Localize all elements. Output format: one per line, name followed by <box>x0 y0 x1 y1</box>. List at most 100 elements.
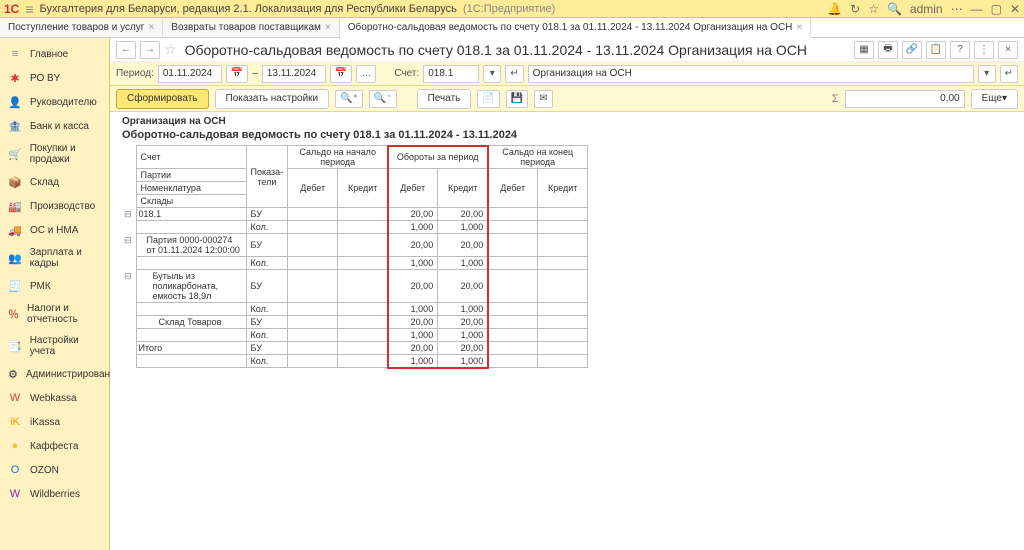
sidebar-item[interactable]: 🏭Производство <box>0 194 109 218</box>
sidebar-item[interactable]: ％Налоги и отчетность <box>0 298 109 330</box>
tab-returns[interactable]: Возвраты товаров поставщикам× <box>163 18 339 37</box>
col-account: Счет <box>136 146 246 169</box>
cell-turnover-credit: 20,00 <box>438 234 488 257</box>
window-buttons: 🔔 ↻ ☆ 🔍 admin ⋯ — ▢ ✕ <box>827 2 1020 16</box>
burger-icon[interactable]: ≡ <box>25 1 33 17</box>
show-settings-button[interactable]: Показать настройки <box>215 89 330 109</box>
zoom-in-icon[interactable]: 🔍⁺ <box>335 90 363 108</box>
table-row[interactable]: Кол.1,0001,000 <box>120 257 588 270</box>
sidebar-item[interactable]: iKiKassa <box>0 410 109 434</box>
sidebar-item-label: OZON <box>30 465 59 476</box>
sidebar-item-label: Склад <box>30 177 59 188</box>
calendar-icon[interactable]: 📅 <box>330 65 352 83</box>
cell-turnover-debit: 20,00 <box>388 270 438 303</box>
sidebar-item[interactable]: 📦Склад <box>0 170 109 194</box>
sidebar-icon: ％ <box>8 307 19 321</box>
search-icon[interactable]: 🔍 <box>887 2 902 16</box>
sidebar-item-label: ОС и НМА <box>30 225 78 236</box>
sidebar-item[interactable]: 🚚ОС и НМА <box>0 218 109 242</box>
report-body[interactable]: Организация на ОСН Оборотно-сальдовая ве… <box>110 112 1024 550</box>
tab-close-icon[interactable]: × <box>148 22 154 33</box>
sigma-icon: Σ <box>832 93 839 105</box>
tab-close-icon[interactable]: × <box>325 22 331 33</box>
tool-icon[interactable]: 📋 <box>926 41 946 59</box>
cell-turnover-credit: 1,000 <box>438 257 488 270</box>
minimize-icon[interactable]: — <box>971 2 983 16</box>
sidebar-item[interactable]: 🧾РМК <box>0 274 109 298</box>
cell-turnover-debit: 20,00 <box>388 316 438 329</box>
sidebar-item[interactable]: WWildberries <box>0 482 109 506</box>
user-label[interactable]: admin <box>910 2 943 16</box>
calendar-icon[interactable]: 📅 <box>226 65 248 83</box>
more-icon[interactable]: ⋮ <box>974 41 994 59</box>
close-icon[interactable]: ✕ <box>1010 2 1020 16</box>
table-row[interactable]: Кол.1,0001,000 <box>120 221 588 234</box>
sidebar-icon: W <box>8 391 22 405</box>
account-pick-button[interactable]: ▾ <box>483 65 501 83</box>
table-row[interactable]: Склад ТоваровБУ20,0020,00 <box>120 316 588 329</box>
sidebar-item[interactable]: ⚙Администрирование <box>0 362 109 386</box>
tabstrip: Поступление товаров и услуг× Возвраты то… <box>0 18 1024 38</box>
cell-turnover-debit: 20,00 <box>388 342 438 355</box>
close-report-icon[interactable]: × <box>998 41 1018 59</box>
tab-close-icon[interactable]: × <box>796 22 802 33</box>
favorite-star-icon[interactable]: ☆ <box>164 41 177 58</box>
nav-forward-button[interactable]: → <box>140 41 160 59</box>
print-button[interactable]: Печать <box>417 89 472 109</box>
sidebar-item[interactable]: ✱РО BY <box>0 66 109 90</box>
action-row: Сформировать Показать настройки 🔍⁺ 🔍⁻ Пе… <box>110 86 1024 112</box>
form-report-button[interactable]: Сформировать <box>116 89 209 109</box>
cell-turnover-credit: 20,00 <box>438 270 488 303</box>
tool-icon[interactable]: 🖶 <box>878 41 898 59</box>
history-icon[interactable]: ↻ <box>850 2 860 16</box>
tab-report[interactable]: Оборотно-сальдовая ведомость по счету 01… <box>340 18 811 38</box>
cell-turnover-debit: 1,000 <box>388 303 438 316</box>
org-input[interactable]: Организация на ОСН <box>528 65 974 83</box>
export-icon[interactable]: 📄 <box>477 90 499 108</box>
sidebar-item[interactable]: 📑Настройки учета <box>0 330 109 362</box>
sidebar-item[interactable]: ●Каффеста <box>0 434 109 458</box>
help-icon[interactable]: ? <box>950 41 970 59</box>
settings-icon[interactable]: ⋯ <box>951 2 963 16</box>
mail-icon[interactable]: ✉ <box>534 90 552 108</box>
table-row[interactable]: Кол.1,0001,000 <box>120 329 588 342</box>
report-table: Счет Показа- тели Сальдо на начало перио… <box>120 145 588 368</box>
tool-icon[interactable]: 🔗 <box>902 41 922 59</box>
period-pick-button[interactable]: … <box>356 65 376 83</box>
sidebar-item[interactable]: 🏦Банк и касса <box>0 114 109 138</box>
table-row[interactable]: Кол.1,0001,000 <box>120 355 588 368</box>
org-open-button[interactable]: ↵ <box>1000 65 1018 83</box>
sidebar-item-label: Банк и касса <box>30 121 89 132</box>
sidebar-item[interactable]: 👥Зарплата и кадры <box>0 242 109 274</box>
tool-icon[interactable]: ▦ <box>854 41 874 59</box>
table-row[interactable]: ⊟018.1БУ20,0020,00 <box>120 208 588 221</box>
period-from-input[interactable]: 01.11.2024 <box>158 65 222 83</box>
col-debit: Дебет <box>288 169 338 208</box>
zoom-out-icon[interactable]: 🔍⁻ <box>369 90 397 108</box>
save-icon[interactable]: 💾 <box>506 90 528 108</box>
maximize-icon[interactable]: ▢ <box>991 2 1002 16</box>
sum-value: 0,00 <box>845 90 965 108</box>
nav-back-button[interactable]: ← <box>116 41 136 59</box>
sidebar-item[interactable]: WWebkassa <box>0 386 109 410</box>
table-row[interactable]: ИтогоБУ20,0020,00 <box>120 342 588 355</box>
tab-incoming[interactable]: Поступление товаров и услуг× <box>0 18 163 37</box>
period-to-input[interactable]: 13.11.2024 <box>262 65 326 83</box>
cell-turnover-credit: 1,000 <box>438 221 488 234</box>
account-input[interactable]: 018.1 <box>423 65 479 83</box>
table-row[interactable]: ⊟Бутыль из поликарбоната, емкость 18,9лБ… <box>120 270 588 303</box>
sidebar-item[interactable]: OOZON <box>0 458 109 482</box>
sidebar-item[interactable]: ≡Главное <box>0 42 109 66</box>
cell-turnover-debit: 1,000 <box>388 257 438 270</box>
sidebar-item-label: Каффеста <box>30 441 78 452</box>
more-button[interactable]: Еще ▾ <box>971 89 1018 109</box>
org-pick-button[interactable]: ▾ <box>978 65 996 83</box>
bell-icon[interactable]: 🔔 <box>827 2 842 16</box>
favorite-icon[interactable]: ☆ <box>868 2 879 16</box>
table-row[interactable]: ⊟Партия 0000-000274 от 01.11.2024 12:00:… <box>120 234 588 257</box>
table-row[interactable]: Кол.1,0001,000 <box>120 303 588 316</box>
sidebar-item[interactable]: 🛒Покупки и продажи <box>0 138 109 170</box>
account-open-button[interactable]: ↵ <box>505 65 523 83</box>
sidebar-item[interactable]: 👤Руководителю <box>0 90 109 114</box>
dash-label: – <box>252 68 258 79</box>
